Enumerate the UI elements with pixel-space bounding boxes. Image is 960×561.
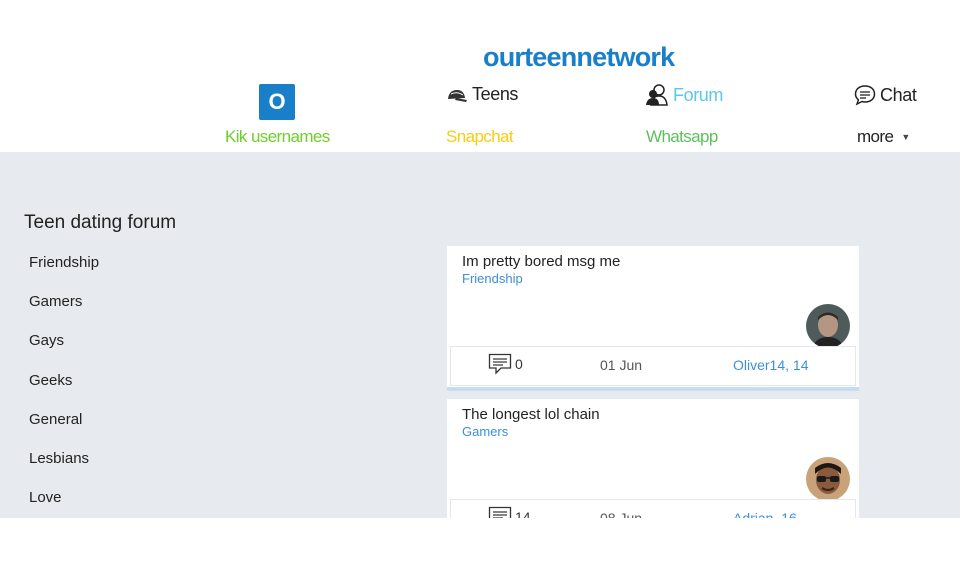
baseball-cap-icon: [448, 89, 467, 102]
post-date: 08 Jun: [600, 510, 643, 518]
post-title[interactable]: The longest lol chain: [462, 406, 600, 423]
comments-count[interactable]: 0: [488, 353, 523, 375]
post-footer: 0 01 Jun Oliver14, 14: [450, 346, 856, 386]
nav-more[interactable]: more ▼: [857, 127, 910, 147]
nav-more-label: more: [857, 127, 894, 146]
caret-down-icon: ▼: [901, 132, 910, 142]
category-list: Friendship Gamers Gays Geeks General Les…: [29, 254, 99, 518]
category-lesbians[interactable]: Lesbians: [29, 450, 99, 489]
comment-icon: [488, 506, 512, 518]
avatar[interactable]: [806, 304, 850, 348]
site-title[interactable]: ourteennetwork: [483, 42, 675, 73]
nav-chat-label: Chat: [880, 84, 917, 105]
comment-icon: [488, 353, 512, 375]
post-footer: 14 08 Jun Adrian, 16: [450, 499, 856, 518]
post-author-link[interactable]: Adrian, 16: [733, 510, 797, 518]
nav-teens[interactable]: Teens: [446, 84, 518, 105]
nav-whatsapp[interactable]: Whatsapp: [646, 127, 718, 147]
page-viewport: ourteennetwork O Teens Forum Chat Kik us…: [0, 0, 960, 518]
chat-bubble-icon: [854, 85, 876, 106]
post-card[interactable]: The longest lol chain Gamers 14 08 Jun A…: [447, 399, 859, 518]
comments-count-value: 14: [515, 509, 531, 518]
nav-forum-label: Forum: [673, 84, 724, 105]
nav-forum[interactable]: Forum: [645, 84, 723, 106]
post-category-link[interactable]: Gamers: [462, 424, 508, 439]
site-header: ourteennetwork O Teens Forum Chat Kik us…: [0, 0, 960, 152]
card-divider: [447, 387, 859, 391]
category-geeks[interactable]: Geeks: [29, 372, 99, 411]
post-category-link[interactable]: Friendship: [462, 271, 523, 286]
post-title[interactable]: Im pretty bored msg me: [462, 253, 620, 270]
category-gamers[interactable]: Gamers: [29, 293, 99, 332]
forum-heading: Teen dating forum: [24, 212, 177, 233]
nav-chat[interactable]: Chat: [854, 84, 917, 106]
logo-button[interactable]: O: [259, 84, 295, 120]
post-author-link[interactable]: Oliver14, 14: [733, 357, 808, 373]
post-date: 01 Jun: [600, 357, 643, 373]
comments-count[interactable]: 14: [488, 506, 531, 518]
nav-kik-usernames[interactable]: Kik usernames: [225, 127, 330, 147]
nav-snapchat[interactable]: Snapchat: [446, 127, 514, 147]
category-friendship[interactable]: Friendship: [29, 254, 99, 293]
category-general[interactable]: General: [29, 411, 99, 450]
users-icon: [646, 84, 668, 106]
nav-teens-label: Teens: [472, 84, 519, 104]
comments-count-value: 0: [515, 356, 523, 372]
category-love[interactable]: Love: [29, 489, 99, 518]
avatar[interactable]: [806, 457, 850, 501]
post-card[interactable]: Im pretty bored msg me Friendship 0 01 J…: [447, 246, 859, 391]
category-gays[interactable]: Gays: [29, 332, 99, 371]
